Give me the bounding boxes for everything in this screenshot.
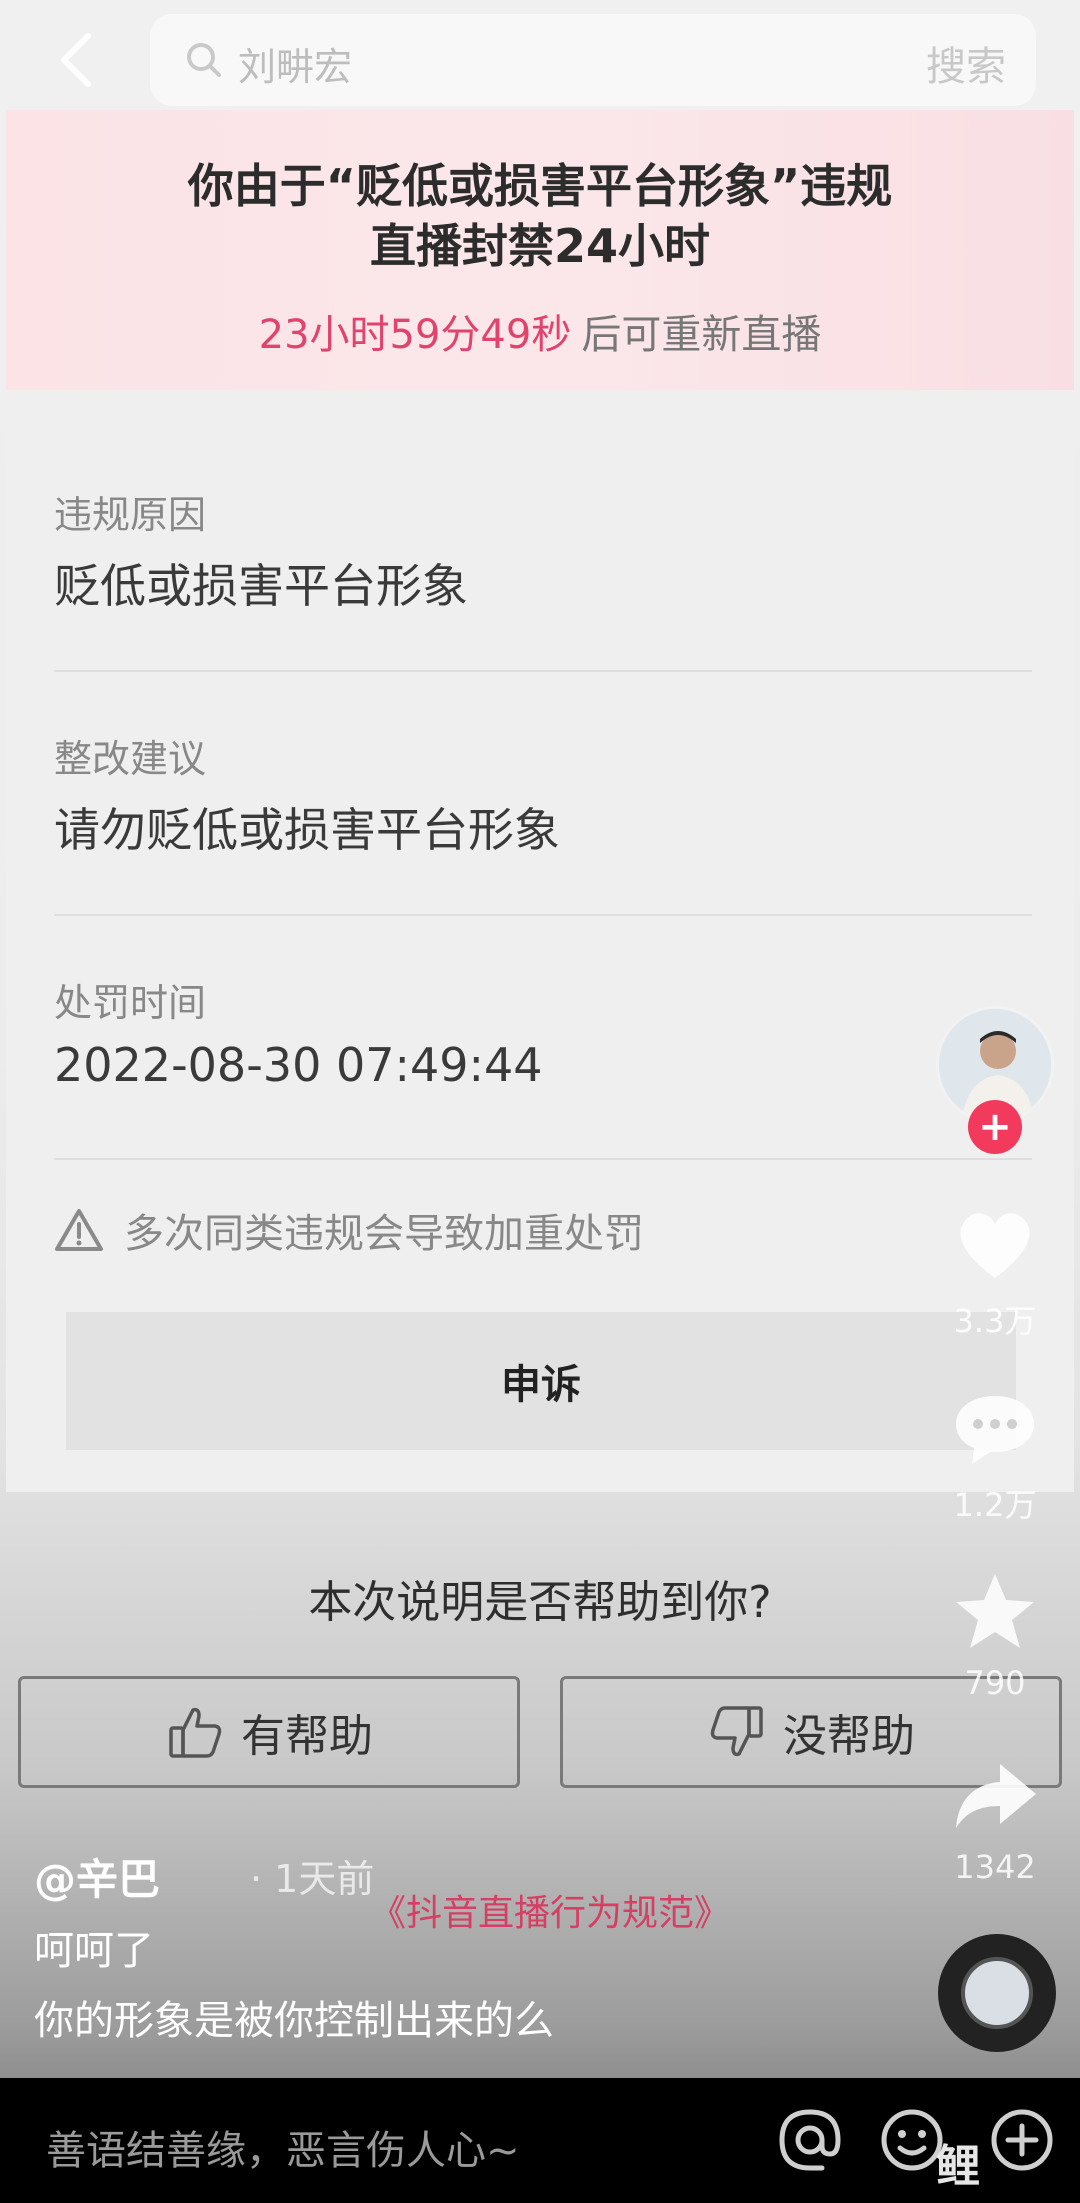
violation-details-card: 违规原因 贬低或损害平台形象 整改建议 请勿贬低或损害平台形象 处罚时间 202… bbox=[6, 432, 1074, 1492]
comment-icon[interactable] bbox=[950, 1384, 1040, 1474]
reason-label: 违规原因 bbox=[54, 493, 207, 537]
penalty-time-value: 2022-08-30 07:49:44 bbox=[54, 1038, 543, 1092]
search-query: 刘畊宏 bbox=[238, 45, 353, 89]
thumbs-up-icon bbox=[169, 1707, 222, 1758]
like-count: 3.3万 bbox=[953, 1302, 1037, 1340]
plus-icon: + bbox=[978, 1104, 1012, 1150]
caption-line: 呵呵了 bbox=[34, 1928, 154, 1974]
penalty-time-label: 处罚时间 bbox=[54, 981, 207, 1025]
unhelpful-label: 没帮助 bbox=[783, 1711, 915, 1762]
helpful-button[interactable]: 有帮助 bbox=[18, 1676, 520, 1788]
appeal-button[interactable]: 申诉 bbox=[66, 1312, 1016, 1450]
comment-count: 1.2万 bbox=[953, 1486, 1037, 1524]
advice-value: 请勿贬低或损害平台形象 bbox=[54, 803, 560, 857]
heart-icon[interactable] bbox=[950, 1200, 1040, 1290]
warning-icon bbox=[55, 1209, 103, 1251]
warning-text: 多次同类违规会导致加重处罚 bbox=[124, 1211, 644, 1257]
divider bbox=[54, 1158, 1032, 1160]
comment-bar: 善语结善缘，恶言伤人心~ bbox=[0, 2078, 1080, 2203]
reason-value: 贬低或损害平台形象 bbox=[54, 559, 468, 613]
feedback-question: 本次说明是否帮助到你? bbox=[308, 1577, 772, 1628]
top-search-bar: 刘畊宏 搜索 bbox=[0, 0, 1080, 110]
search-icon bbox=[187, 43, 221, 77]
ban-notice-banner: 你由于“贬低或损害平台形象”违规 直播封禁24小时 23小时59分49秒 后可重新… bbox=[6, 110, 1074, 390]
divider bbox=[54, 670, 1032, 672]
warning-row: 多次同类违规会导致加重处罚 bbox=[54, 1202, 644, 1258]
music-disc[interactable] bbox=[938, 1934, 1056, 2052]
ban-duration-title: 直播封禁24小时 bbox=[369, 219, 710, 273]
post-time: · 1天前 bbox=[250, 1857, 375, 1901]
advice-label: 整改建议 bbox=[54, 737, 207, 781]
search-button[interactable]: 搜索 bbox=[926, 34, 1006, 92]
caption-line: 你的形象是被你控制出来的么 bbox=[34, 1998, 554, 2044]
follow-button[interactable]: + bbox=[968, 1100, 1022, 1154]
rules-link[interactable]: 《抖音直播行为规范》 bbox=[370, 1884, 730, 1936]
appeal-label: 申诉 bbox=[501, 1362, 581, 1408]
ban-reason-title: 你由于“贬低或损害平台形象”违规 bbox=[187, 159, 893, 213]
favorite-count: 790 bbox=[964, 1664, 1026, 1702]
mention-icon[interactable] bbox=[774, 2104, 846, 2176]
author-handle[interactable]: @辛巴 bbox=[34, 1846, 160, 1907]
divider bbox=[54, 914, 1032, 916]
share-icon[interactable] bbox=[950, 1752, 1040, 1842]
countdown-time: 23小时59分49秒 bbox=[258, 312, 572, 358]
back-button[interactable] bbox=[48, 28, 104, 92]
helpful-label: 有帮助 bbox=[241, 1711, 373, 1762]
thumbs-down-icon bbox=[710, 1706, 763, 1757]
music-disc-cover bbox=[961, 1957, 1033, 2029]
search-input[interactable]: 刘畊宏 搜索 bbox=[150, 14, 1036, 106]
share-count: 1342 bbox=[954, 1848, 1036, 1886]
comment-input[interactable]: 善语结善缘，恶言伤人心~ bbox=[46, 2118, 520, 2176]
star-icon[interactable] bbox=[950, 1568, 1040, 1658]
countdown-suffix: 后可重新直播 bbox=[581, 312, 822, 358]
add-icon[interactable] bbox=[986, 2104, 1058, 2176]
watermark-logo: 鲤 bbox=[936, 2141, 980, 2192]
chevron-left-icon bbox=[61, 33, 91, 87]
ban-countdown: 23小时59分49秒 后可重新直播 bbox=[6, 302, 1074, 360]
